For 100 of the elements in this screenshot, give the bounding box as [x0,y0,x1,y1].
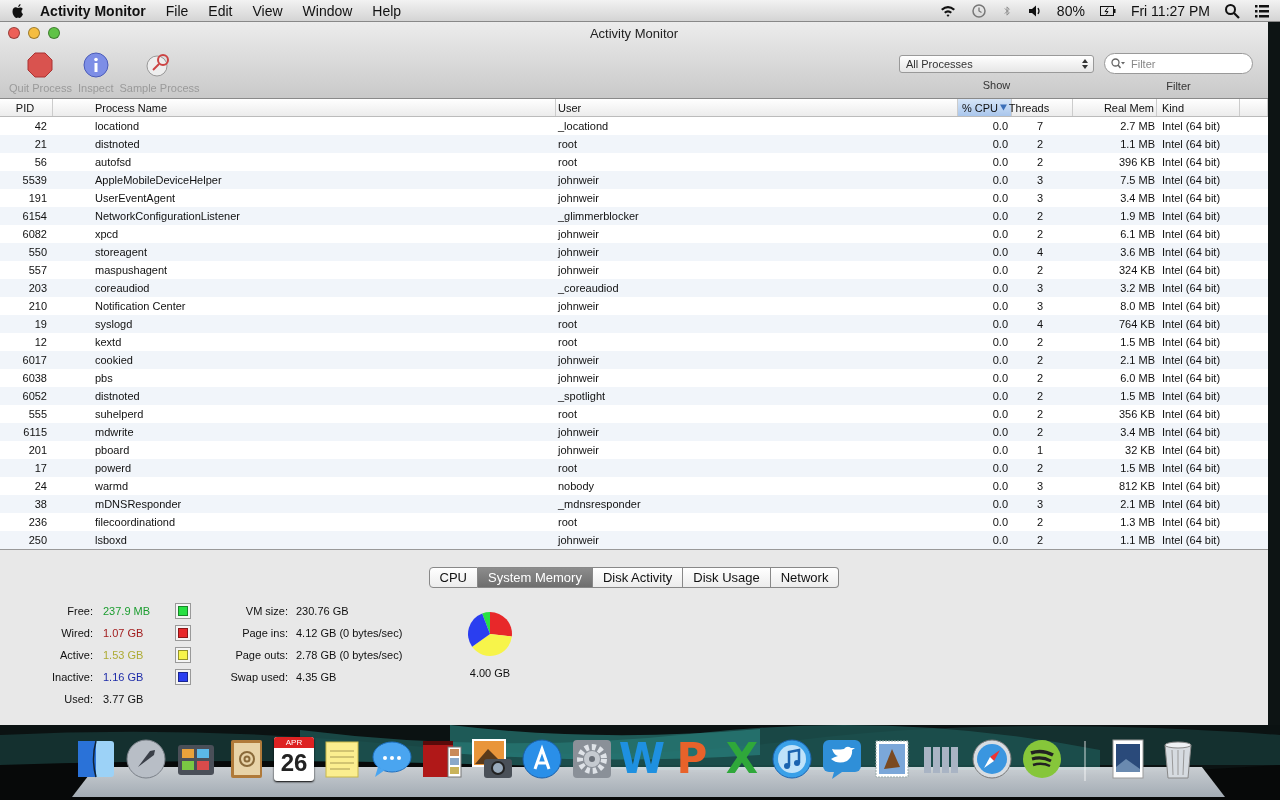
column-header[interactable]: Kind [1157,99,1240,116]
clock-icon[interactable] [970,2,987,19]
monitor-tab[interactable]: Disk Usage [683,567,771,588]
table-cell-text: 19 [33,318,48,330]
table-cell-text: 6017 [21,354,48,366]
rocket-icon[interactable] [124,737,168,781]
table-cell-text: 0.0 [991,120,1009,132]
table-cell-text: 0.0 [991,318,1009,330]
table-cell-text: pbs [94,372,114,384]
table-cell-text: 0.0 [991,300,1009,312]
monitor-tab[interactable]: Disk Activity [592,567,684,588]
app-store-icon[interactable] [520,737,564,781]
table-cell-text: Intel (64 bit) [1161,120,1222,132]
table-cell-text: 0.0 [991,408,1009,420]
menu-item[interactable]: Help [362,2,412,19]
bird-icon[interactable] [820,737,864,781]
music-note-icon[interactable] [770,737,814,781]
zoom-button[interactable] [48,27,60,39]
table-cell-text: 7 [1035,120,1044,132]
table-cell-text: Intel (64 bit) [1161,282,1222,294]
column-header[interactable]: PID [0,99,53,116]
monitor-tab[interactable]: Network [770,567,840,588]
show-dropdown[interactable]: All Processes [899,55,1094,73]
table-cell-text: 2 [1035,138,1044,150]
calendar-icon[interactable]: APR 26 [274,737,314,781]
table-cell-text: 38 [33,498,48,510]
table-cell-text: warmd [94,480,129,492]
table-cell-text: 0.0 [991,336,1009,348]
table-cell-text: Intel (64 bit) [1161,210,1222,222]
table-cell-text: johnweir [556,372,600,384]
table-cell-text: 812 KB [1117,480,1156,492]
stat-value: 1.07 GB [103,627,145,639]
menu-item[interactable]: Edit [198,2,243,19]
table-cell-text: 2 [1035,462,1044,474]
table-cell-text: Intel (64 bit) [1161,174,1222,186]
table-cell-text: filecoordinationd [94,516,177,528]
monitor-tab[interactable]: CPU [428,567,478,588]
info-icon [81,51,110,79]
app-menu[interactable]: Activity Monitor [26,2,156,19]
table-cell-text: 0.0 [991,354,1009,366]
table-cell-text: 191 [27,192,48,204]
stat-label: Wired: [60,627,93,639]
table-cell-text: 1.1 MB [1119,534,1156,546]
table-cell-text: 356 KB [1117,408,1156,420]
table-cell-text: cookied [94,354,134,366]
table-cell-text: johnweir [556,192,600,204]
camera-icon[interactable] [470,737,514,781]
table-cell-text: 32 KB [1124,444,1156,456]
table-cell-text: johnweir [556,444,600,456]
table-cell-text: 2 [1035,516,1044,528]
table-cell-text: 396 KB [1117,156,1156,168]
table-cell-text: 250 [27,534,48,546]
column-header[interactable]: Process Name [53,99,556,116]
compass-icon[interactable] [970,737,1014,781]
table-cell-text: 7.5 MB [1119,174,1156,186]
table-cell-text: 3 [1035,498,1044,510]
table-cell-text: 0.0 [991,264,1009,276]
table-cell-text: root [557,408,578,420]
table-cell-text: 1 [1035,444,1044,456]
table-cell-text: 201 [27,444,48,456]
search-icon[interactable] [1224,2,1240,19]
table-cell-text: 1.1 MB [1119,138,1156,150]
apple-icon[interactable] [10,2,26,19]
table-cell-text: 3.6 MB [1119,246,1156,258]
monitor-tab[interactable]: System Memory [478,567,593,588]
table-cell-text: locationd [94,120,141,132]
filter-label: Filter [1166,80,1191,92]
table-cell-text: johnweir [556,426,600,438]
stat-label: Page outs: [234,649,288,661]
table-cell-text: 21 [33,138,48,150]
table-cell-text: Intel (64 bit) [1161,408,1222,420]
table-cell-text: 5539 [21,174,48,186]
table-cell-text: 0.0 [991,534,1009,546]
close-button[interactable] [8,27,20,39]
stat-value: 230.76 GB [296,605,350,617]
table-cell-text: 3 [1035,282,1044,294]
menu-item[interactable]: Window [292,2,363,19]
table-cell-text: Intel (64 bit) [1161,372,1222,384]
table-cell-text: Intel (64 bit) [1161,138,1222,150]
table-cell-text: root [557,138,578,150]
stat-label: Active: [59,649,93,661]
table-cell-text: 12 [33,336,48,348]
minimize-button[interactable] [28,27,40,39]
table-cell-text: _glimmerblocker [557,210,640,222]
filter-field[interactable]: Filter [1104,53,1253,74]
menu-item[interactable]: File [155,2,199,19]
menu-item[interactable]: View [242,2,293,19]
stat-value: 4.12 GB (0 bytes/sec) [296,627,404,639]
list-icon[interactable] [1254,2,1270,19]
table-cell-text: 6115 [22,426,48,438]
table-cell-text: 555 [27,408,48,420]
sound-arcs-icon[interactable] [1020,737,1064,781]
gear-icon[interactable] [570,737,614,781]
column-header[interactable]: Real Mem [1073,99,1157,116]
table-cell-text: 0.0 [991,174,1009,186]
stat-label: VM size: [244,605,288,617]
menu-clock[interactable]: Fri 11:27 PM [1130,2,1210,19]
table-cell-text: 6082 [21,228,48,240]
table-cell-text: 8.0 MB [1119,300,1156,312]
table-cell-text: 3 [1035,300,1044,312]
